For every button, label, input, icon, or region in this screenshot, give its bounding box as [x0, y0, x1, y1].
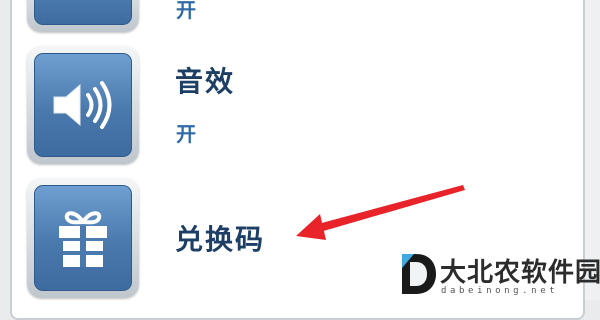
watermark-logo	[402, 254, 436, 294]
watermark-brand: 大北农软件园	[440, 258, 600, 288]
watermark-url: dabeinong.net	[441, 286, 559, 296]
